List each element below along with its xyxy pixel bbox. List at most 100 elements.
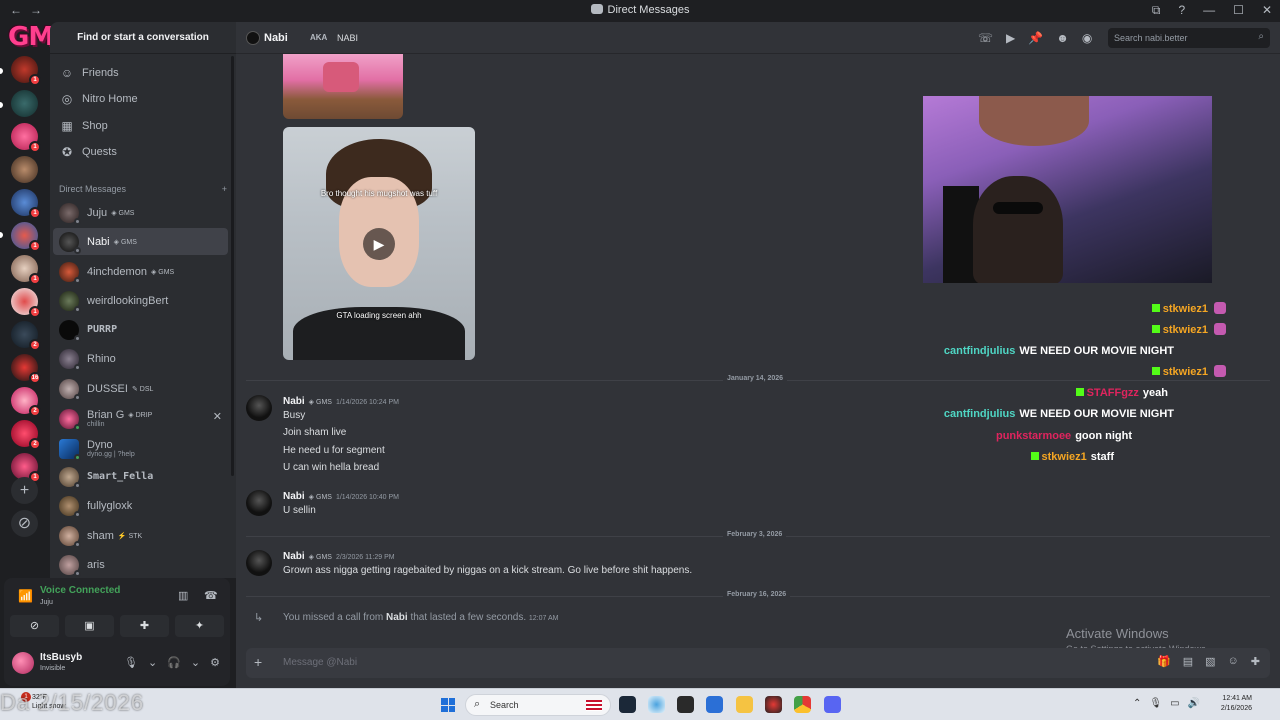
nav-friends[interactable]: ☺ Friends [54,60,228,86]
steam-icon[interactable] [619,696,636,713]
avatar[interactable] [246,550,272,576]
apps-icon[interactable]: ✚ [1251,655,1260,668]
nav-shop[interactable]: ▦ Shop [54,113,228,139]
chat-recipient-name[interactable]: Nabi [264,32,288,44]
voice-call-icon[interactable]: ☏ [978,31,993,45]
dm-item-rhino[interactable]: Rhino [53,345,228,372]
help-icon[interactable]: ? [1178,3,1185,18]
pinned-messages-icon[interactable]: 📌 [1028,31,1043,45]
avatar[interactable] [246,490,272,516]
headphones-icon[interactable]: 🎧 [167,656,181,669]
start-button[interactable] [441,698,455,712]
server-icon[interactable] [11,90,38,117]
server-icon[interactable]: 1 [11,123,41,153]
inbox-icon[interactable]: ⧉ [1152,3,1161,18]
nav-nitro-home[interactable]: ◎ Nitro Home [54,86,228,112]
server-icon[interactable]: 2 [11,420,41,450]
dm-item-weirdlookingbert[interactable]: weirdlookingBert [53,287,228,314]
avatar[interactable] [12,652,34,674]
system-tray: ⌃ 🎙 ▭ 🔊 [1133,698,1200,709]
dm-item-dyno[interactable]: Dyno dyno.gg | ?help [53,434,228,463]
chevron-down-icon[interactable]: ⌄ [148,656,157,669]
message-author[interactable]: Nabi [283,396,305,407]
server-icon[interactable]: 1 [11,255,41,285]
message-author[interactable]: Nabi [283,551,305,562]
chevron-up-icon[interactable]: ⌃ [1133,698,1141,709]
sticker-icon[interactable]: ▧ [1205,655,1215,668]
taskbar-search[interactable]: ⌕ Search [465,694,611,716]
create-dm-button[interactable]: + [222,184,227,194]
activities-button[interactable]: ✚ [120,615,169,637]
volume-icon[interactable]: 🔊 [1188,698,1200,709]
taskbar-clock[interactable]: 12:41 AM 2/16/2026 [1212,694,1252,714]
dm-item-fullygloxk[interactable]: fullygloxk [53,492,228,519]
find-conversation-button[interactable]: Find or start a conversation [50,22,236,54]
dm-item-4inchdemon[interactable]: 4inchdemon ◈ GMS [53,258,228,285]
chevron-down-icon[interactable]: ⌄ [191,656,200,669]
voice-status[interactable]: Voice Connected [40,585,120,596]
caller-name[interactable]: Nabi [386,612,408,623]
add-server-button[interactable]: + [11,477,38,504]
chrome-icon[interactable] [794,696,811,713]
video-attachment[interactable]: Bro thought his mugshot was tuff GTA loa… [283,127,475,360]
dm-item-smart-fella[interactable]: Smart_Fella [53,463,228,490]
app-icon[interactable] [648,696,665,713]
user-profile-icon[interactable]: ◉ [1082,31,1092,45]
discord-icon[interactable] [824,696,841,713]
message-author[interactable]: Nabi [283,491,305,502]
store-icon[interactable] [706,696,723,713]
dm-name: 4inchdemon ◈ GMS [87,265,175,278]
dm-item-purrp[interactable]: PURRP [53,316,228,343]
screen-share-button[interactable]: ▣ [65,615,114,637]
emoji-icon[interactable]: ☺ [1228,655,1239,668]
search-input[interactable]: Search nabi.better ⌕ [1108,28,1270,48]
play-icon[interactable]: ▶ [363,228,395,260]
message-composer[interactable]: + Message @Nabi 🎁 ▤ ▧ ☺ ✚ [246,648,1270,678]
close-dm-icon[interactable]: ✕ [213,410,222,423]
gif-icon[interactable]: ▤ [1183,655,1193,668]
server-icon[interactable]: 1 [11,453,41,483]
microphone-icon[interactable]: 🎙 [1149,698,1162,709]
soundboard-button[interactable]: ✦ [175,615,224,637]
camera-off-button[interactable]: ⊘ [10,615,59,637]
discover-compass-icon[interactable]: ⊘ [11,510,38,537]
voice-channel[interactable]: Juju [40,599,53,606]
message-header: Nabi ◈ GMS 2/3/2026 11:29 PM [283,551,395,562]
file-explorer-icon[interactable] [736,696,753,713]
dm-item-dussei[interactable]: DUSSEI ✎ DSL [53,375,228,402]
dm-item-juju[interactable]: Juju ◈ GMS [53,199,228,226]
server-icon[interactable]: 1 [11,189,41,219]
server-icon[interactable] [11,156,38,183]
add-friends-icon[interactable]: ☻ [1056,31,1069,45]
dm-item-brian-g[interactable]: Brian G ◈ DRIP chillin ✕ [53,404,228,433]
dm-item-nabi[interactable]: Nabi ◈ GMS [53,228,228,255]
message-input[interactable]: Message @Nabi [283,657,357,668]
server-icon[interactable]: 1 [11,222,41,252]
server-icon[interactable]: 1 [11,288,41,318]
nav-quests[interactable]: ✪ Quests [54,139,228,165]
disconnect-icon[interactable]: ☎ [204,589,218,602]
server-icon[interactable]: 1 [11,56,41,86]
video-call-icon[interactable]: ▶ [1006,31,1015,45]
gift-icon[interactable]: 🎁 [1157,655,1171,668]
close-button[interactable]: ✕ [1262,3,1272,18]
server-icon[interactable]: 16 [11,354,41,384]
network-icon[interactable]: ▭ [1170,698,1179,709]
app-icon[interactable] [765,696,782,713]
minimize-button[interactable]: — [1203,3,1215,18]
microphone-icon[interactable]: 🎙 [124,656,138,669]
username[interactable]: ItsBusyb [40,652,82,663]
attach-plus-icon[interactable]: + [254,654,262,670]
settings-gear-icon[interactable]: ⚙ [210,656,220,669]
server-icon[interactable]: 2 [11,387,41,417]
server-icon[interactable]: 2 [11,321,41,351]
image-attachment[interactable] [283,54,403,119]
avatar[interactable] [246,395,272,421]
signal-icon[interactable]: 📶 [18,589,33,603]
dm-item-sham[interactable]: sham ⚡ STK [53,522,228,549]
sidebar-scrollbar[interactable] [231,56,234,476]
maximize-button[interactable]: ☐ [1233,3,1244,18]
noise-suppression-icon[interactable]: ▥ [178,589,188,602]
epic-games-icon[interactable] [677,696,694,713]
dm-item-aris[interactable]: aris [53,551,228,578]
